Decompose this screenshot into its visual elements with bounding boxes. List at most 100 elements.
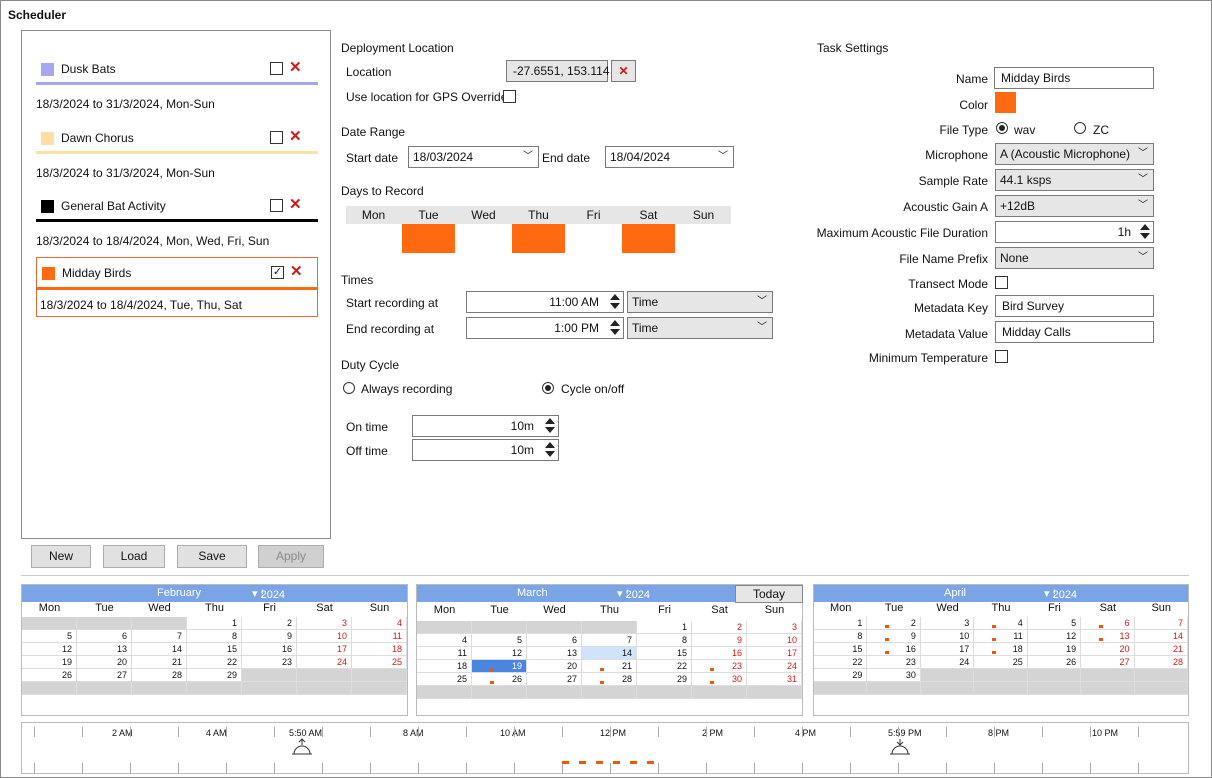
task-item-midday-birds[interactable]: Midday Birds ✓ ✕ 18/3/2024 to 18/4/2024,… (36, 257, 318, 317)
day-cell[interactable]: 5 (472, 634, 527, 647)
task-enable-checkbox[interactable]: ✓ (271, 266, 284, 279)
day-cell[interactable]: 16 (242, 643, 297, 656)
day-cell[interactable]: 9 (867, 630, 921, 643)
color-picker-swatch[interactable] (995, 92, 1016, 113)
day-cell[interactable]: 23 (692, 660, 747, 673)
min-temp-checkbox[interactable] (995, 350, 1008, 363)
duration-field[interactable]: 1h (995, 221, 1154, 243)
day-cell[interactable]: 18 (352, 643, 407, 656)
new-button[interactable]: New (31, 545, 91, 568)
gps-override-checkbox[interactable] (503, 90, 516, 103)
save-button[interactable]: Save (177, 545, 247, 568)
day-cell[interactable]: 11 (417, 647, 472, 660)
day-cell[interactable]: 18 (417, 660, 472, 673)
day-cell[interactable]: 20 (77, 656, 132, 669)
metadata-value-field[interactable]: Midday Calls (995, 321, 1154, 343)
day-cell[interactable]: 6 (77, 630, 132, 643)
day-cell[interactable]: 25 (352, 656, 407, 669)
end-date-picker[interactable]: 18/04/2024 ﹀ (605, 146, 734, 168)
month-label[interactable]: April (944, 587, 966, 599)
day-cell[interactable]: 8 (814, 630, 868, 643)
day-cell[interactable]: 29 (187, 669, 242, 682)
day-cell[interactable]: 15 (814, 643, 868, 656)
day-cell[interactable]: 4 (352, 617, 407, 630)
delete-icon[interactable]: ✕ (289, 58, 302, 76)
day-cell[interactable]: 30 (692, 673, 747, 686)
end-time-field[interactable]: 1:00 PM (466, 317, 624, 339)
day-cell[interactable]: 15 (187, 643, 242, 656)
day-cell[interactable]: 8 (637, 634, 692, 647)
apply-button[interactable]: Apply (258, 545, 324, 568)
day-cell[interactable]: 12 (22, 643, 77, 656)
day-cell[interactable]: 13 (527, 647, 582, 660)
day-cell[interactable]: 27 (1081, 656, 1135, 669)
microphone-select[interactable]: A (Acoustic Microphone) ﹀ (995, 143, 1154, 165)
day-cell[interactable]: 26 (1027, 656, 1082, 669)
today-button[interactable]: Today (735, 585, 803, 603)
day-cell[interactable]: 4 (417, 634, 472, 647)
month-label[interactable]: February (157, 587, 201, 599)
day-cell[interactable]: 7 (1134, 617, 1188, 630)
day-toggle-fri[interactable] (567, 224, 620, 253)
name-field[interactable]: Midday Birds (994, 67, 1154, 89)
day-cell[interactable]: 6 (527, 634, 582, 647)
month-label[interactable]: March (517, 587, 548, 599)
day-cell[interactable]: 2 (692, 621, 747, 634)
day-cell[interactable]: 7 (582, 634, 637, 647)
day-cell[interactable]: 5 (22, 630, 77, 643)
day-cell[interactable]: 14 (1134, 630, 1188, 643)
delete-icon[interactable]: ✕ (290, 262, 303, 280)
task-enable-checkbox[interactable] (270, 131, 283, 144)
day-cell[interactable]: 21 (132, 656, 187, 669)
day-cell[interactable]: 1 (187, 617, 242, 630)
gain-select[interactable]: +12dB ﹀ (995, 195, 1154, 217)
day-cell[interactable]: 2 (242, 617, 297, 630)
delete-icon[interactable]: ✕ (289, 195, 302, 213)
spinner-icon[interactable] (609, 294, 621, 310)
start-time-field[interactable]: 11:00 AM (466, 291, 624, 313)
wav-radio[interactable] (996, 122, 1008, 134)
task-enable-checkbox[interactable] (270, 199, 283, 212)
off-time-field[interactable]: 10m (412, 439, 559, 461)
clear-location-icon[interactable]: ✕ (611, 60, 636, 82)
start-mode-select[interactable]: Time ﹀ (627, 291, 773, 313)
year-dropdown[interactable]: ▾ 2024 ⁝ (1044, 587, 1077, 601)
day-cell[interactable]: 16 (692, 647, 747, 660)
day-cell[interactable]: 17 (297, 643, 352, 656)
day-cell[interactable]: 10 (747, 634, 802, 647)
day-cell[interactable]: 17 (747, 647, 802, 660)
day-cell[interactable]: 28 (132, 669, 187, 682)
day-cell[interactable]: 19 (1027, 643, 1082, 656)
day-cell[interactable]: 28 (1134, 656, 1188, 669)
day-cell[interactable]: 22 (187, 656, 242, 669)
location-field[interactable]: -27.6551, 153.114 (506, 60, 610, 82)
day-cell[interactable]: 25 (974, 656, 1028, 669)
start-date-picker[interactable]: 18/03/2024 ﹀ (408, 146, 539, 168)
load-button[interactable]: Load (103, 545, 165, 568)
day-cell[interactable]: 9 (692, 634, 747, 647)
day-cell[interactable]: 15 (637, 647, 692, 660)
spinner-icon[interactable] (1139, 224, 1151, 240)
day-cell[interactable]: 8 (187, 630, 242, 643)
day-cell[interactable]: 11 (974, 630, 1028, 643)
day-cell[interactable]: 29 (637, 673, 692, 686)
end-mode-select[interactable]: Time ﹀ (627, 317, 773, 339)
day-cell[interactable]: 13 (77, 643, 132, 656)
day-cell[interactable]: 23 (867, 656, 921, 669)
day-cell[interactable]: 24 (920, 656, 975, 669)
day-cell[interactable]: 21 (582, 660, 637, 673)
day-cell[interactable]: 1 (814, 617, 868, 630)
day-toggle-wed[interactable] (457, 224, 510, 253)
day-cell[interactable]: 1 (637, 621, 692, 634)
task-enable-checkbox[interactable] (270, 62, 283, 75)
day-cell[interactable]: 31 (747, 673, 802, 686)
day-cell[interactable]: 11 (352, 630, 407, 643)
day-cell[interactable]: 27 (527, 673, 582, 686)
day-cell[interactable]: 24 (747, 660, 802, 673)
day-cell[interactable]: 29 (814, 669, 868, 682)
day-cell[interactable]: 27 (77, 669, 132, 682)
on-time-field[interactable]: 10m (412, 415, 559, 437)
day-cell[interactable]: 26 (472, 673, 527, 686)
day-cell[interactable]: 17 (920, 643, 975, 656)
day-cell[interactable]: 3 (297, 617, 352, 630)
